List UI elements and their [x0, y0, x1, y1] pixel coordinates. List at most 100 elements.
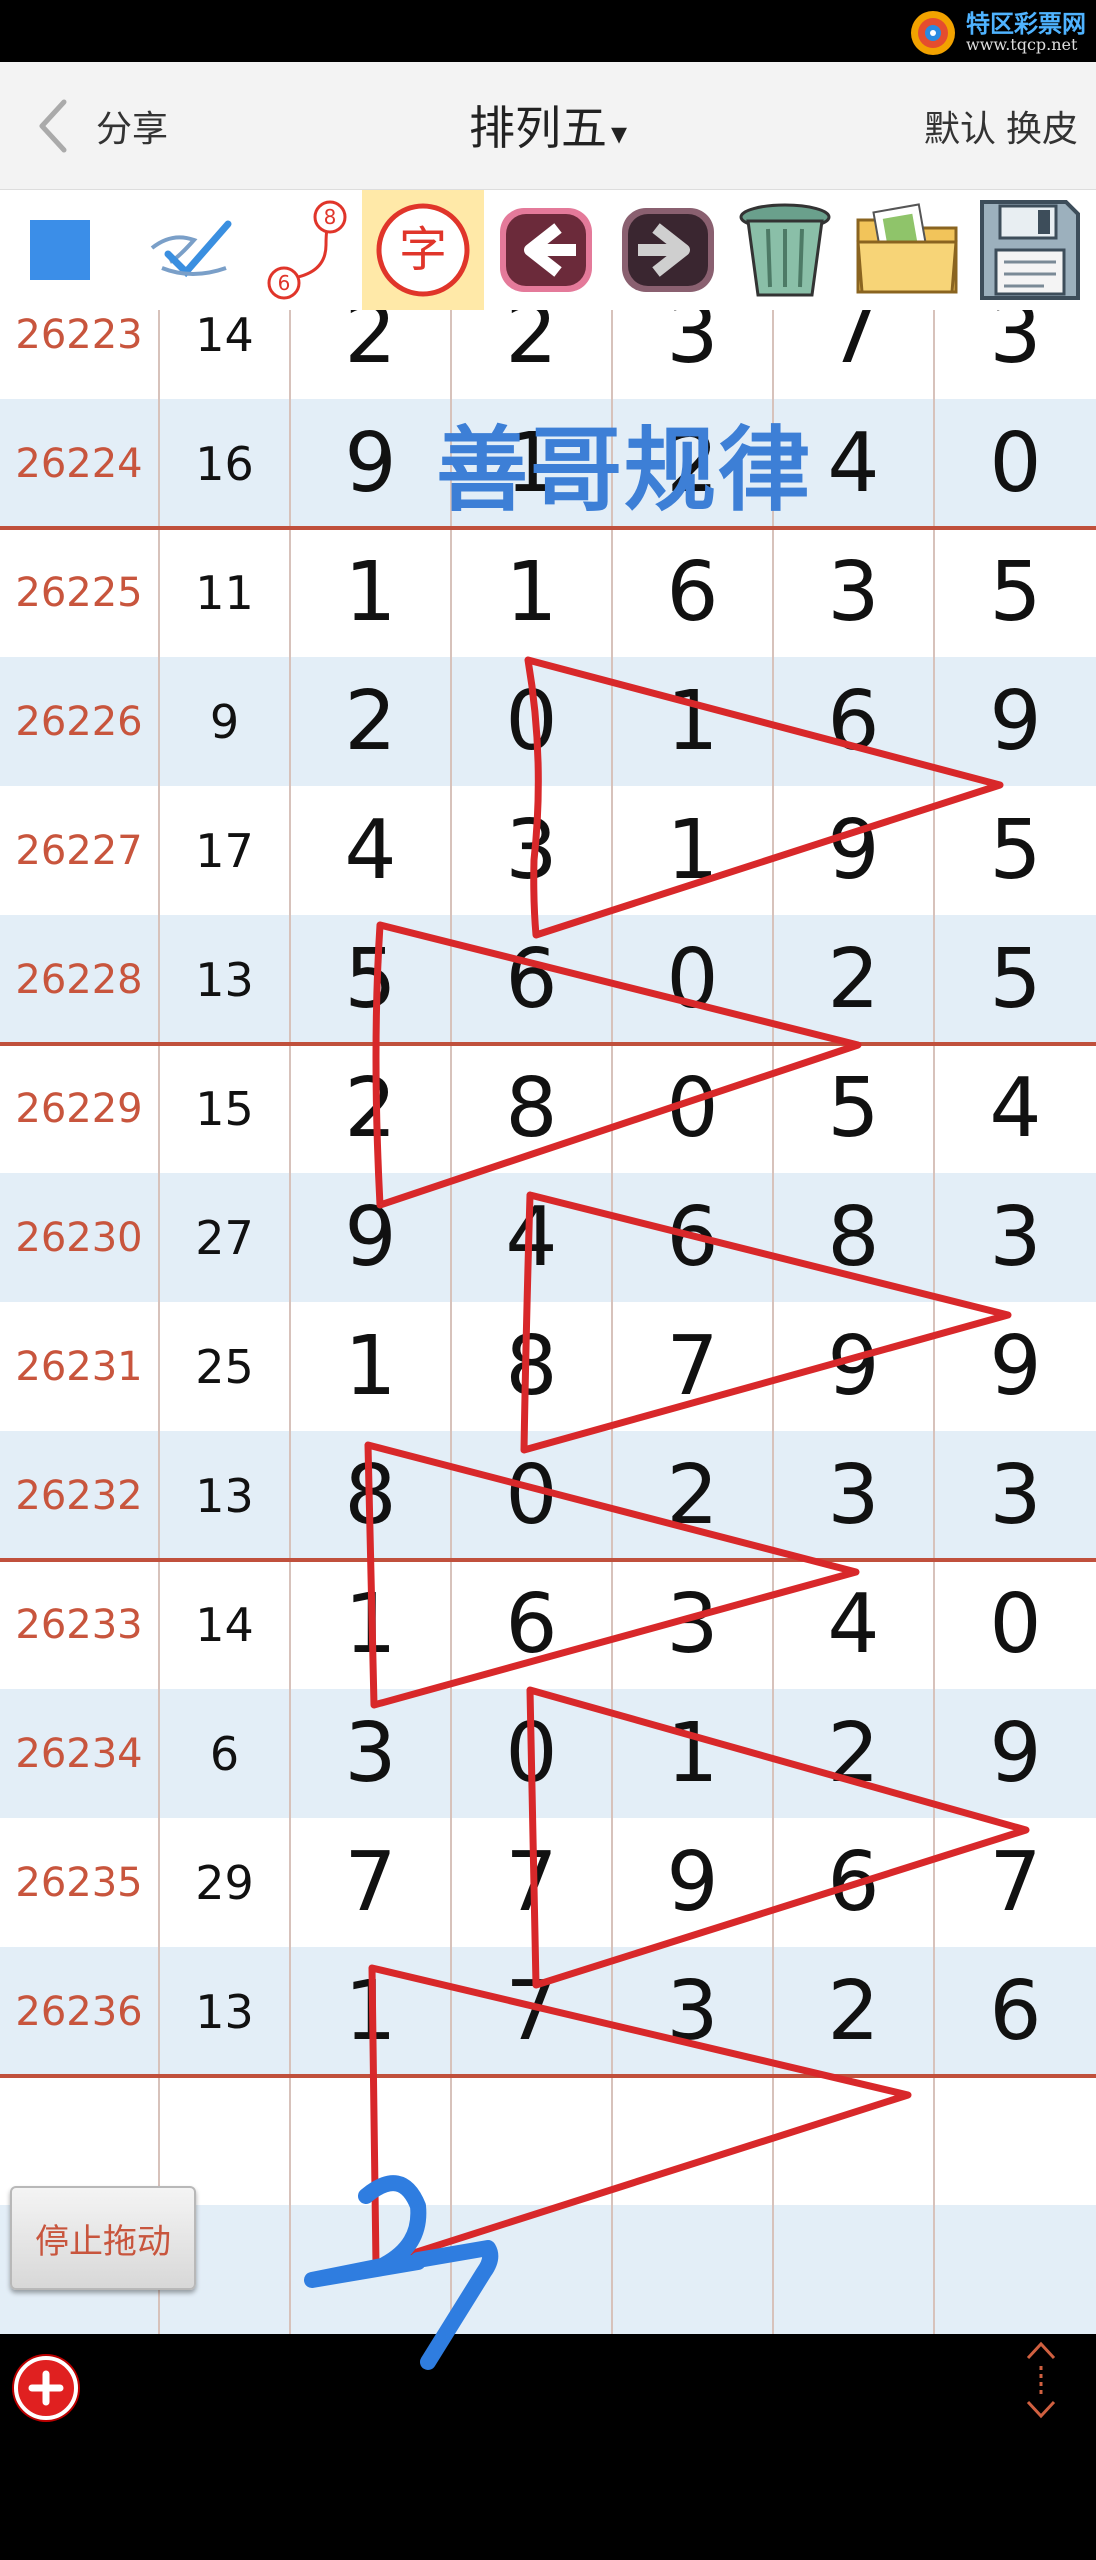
digit-4: 2 [774, 1689, 935, 1818]
issue-number: 26225 [0, 528, 160, 657]
digit-5: 7 [989, 1835, 1042, 1930]
digit-2 [452, 2205, 613, 2334]
sum-value: 13 [160, 1431, 291, 1560]
group-separator [0, 2074, 1096, 2078]
table-row[interactable]: 26229 15 2 8 0 5 4 [0, 1044, 1096, 1173]
sum-value: 29 [160, 1818, 291, 1947]
digit-4: 5 [774, 1044, 935, 1173]
sum-value: 25 [160, 1302, 291, 1431]
digit-1: 2 [291, 1044, 452, 1173]
digit-4: 7 [774, 310, 935, 399]
digit-3: 0 [613, 1044, 774, 1173]
table-row[interactable]: 26227 17 4 3 1 9 5 [0, 786, 1096, 915]
digit-5: 3 [989, 310, 1042, 382]
digit-3: 7 [613, 1302, 774, 1431]
issue-number: 26228 [0, 915, 160, 1044]
save-button[interactable] [968, 190, 1092, 310]
issue-number: 26234 [0, 1689, 160, 1818]
svg-text:6: 6 [278, 271, 291, 295]
blue-square-icon [30, 220, 90, 280]
issue-number: 26227 [0, 786, 160, 915]
redo-button[interactable] [610, 190, 726, 310]
table-row[interactable]: 26232 13 8 0 2 3 3 [0, 1431, 1096, 1560]
digit-4: 6 [774, 1818, 935, 1947]
digit-3 [613, 2205, 774, 2334]
issue-number: 26232 [0, 1431, 160, 1560]
bottom-bar [0, 2435, 1096, 2560]
checkmark-icon [150, 220, 232, 278]
issue-number: 26223 [0, 310, 160, 399]
open-image-button[interactable] [848, 190, 966, 310]
digit-4 [774, 2076, 935, 2205]
table-row[interactable]: 26235 29 7 7 9 6 7 [0, 1818, 1096, 1947]
vertical-resize-icon[interactable] [1016, 2340, 1066, 2420]
table-row[interactable]: 26230 27 9 4 6 8 3 [0, 1173, 1096, 1302]
digit-1: 5 [291, 915, 452, 1044]
digit-4: 3 [774, 528, 935, 657]
trash-can-icon [739, 203, 831, 297]
issue-number: 26230 [0, 1173, 160, 1302]
undo-button[interactable] [488, 190, 604, 310]
digit-5: 5 [989, 545, 1042, 640]
watermark-logo-icon [911, 11, 955, 55]
digit-1: 2 [291, 310, 452, 399]
table-row[interactable]: 26236 13 1 7 3 2 6 [0, 1947, 1096, 2076]
digit-2: 6 [452, 915, 613, 1044]
digit-4: 3 [774, 1431, 935, 1560]
stop-drag-button[interactable]: 停止拖动 [10, 2186, 196, 2290]
table-row[interactable]: 26228 13 5 6 0 2 5 [0, 915, 1096, 1044]
floppy-disk-icon [980, 200, 1080, 300]
issue-number: 26224 [0, 399, 160, 528]
clear-button[interactable] [726, 190, 844, 310]
number-path-icon: 8 6 [267, 200, 347, 300]
digit-3: 1 [613, 657, 774, 786]
digit-3: 3 [613, 310, 774, 399]
sum-value: 15 [160, 1044, 291, 1173]
sum-value: 27 [160, 1173, 291, 1302]
sum-value: 16 [160, 399, 291, 528]
page-title: 排列五 [468, 101, 607, 155]
sum-value: 17 [160, 786, 291, 915]
digit-5: 0 [989, 1577, 1042, 1672]
digit-1: 2 [291, 657, 452, 786]
digit-5 [935, 2076, 1096, 2205]
digit-1: 8 [291, 1431, 452, 1560]
table-row[interactable]: 26223 14 2 2 3 7 3 [0, 310, 1096, 399]
sum-value: 13 [160, 1947, 291, 2076]
digit-2: 1 [452, 528, 613, 657]
table-row[interactable]: 26231 25 1 8 7 9 9 [0, 1302, 1096, 1431]
digit-3: 6 [613, 528, 774, 657]
path-tool[interactable]: 8 6 [252, 190, 360, 310]
digit-2: 7 [452, 1947, 613, 2076]
drawing-toolbar: 8 6 字 [0, 190, 1096, 310]
digit-3 [613, 2076, 774, 2205]
pen-tool[interactable] [132, 190, 252, 310]
digit-4: 4 [774, 1560, 935, 1689]
table-row[interactable]: 26233 14 1 6 3 4 0 [0, 1560, 1096, 1689]
digit-4: 8 [774, 1173, 935, 1302]
color-tool[interactable] [0, 190, 120, 310]
sum-value: 13 [160, 915, 291, 1044]
digit-3: 9 [613, 1818, 774, 1947]
digit-2 [452, 2076, 613, 2205]
digit-1: 1 [291, 528, 452, 657]
table-row[interactable]: 26234 6 3 0 1 2 9 [0, 1689, 1096, 1818]
change-skin-button[interactable]: 换皮 [1006, 109, 1078, 150]
table-row[interactable]: 26226 9 2 0 1 6 9 [0, 657, 1096, 786]
digit-2: 0 [452, 657, 613, 786]
table-row[interactable]: 26225 11 1 1 6 3 5 [0, 528, 1096, 657]
image-folder-icon [856, 203, 958, 294]
digit-1: 4 [291, 786, 452, 915]
watermark-url: www.tqcp.net [966, 35, 1078, 55]
sum-value: 14 [160, 1560, 291, 1689]
digit-1: 1 [291, 1947, 452, 2076]
digit-3: 0 [613, 915, 774, 1044]
sum-value: 9 [160, 657, 291, 786]
digit-5: 5 [989, 932, 1042, 1027]
digit-2: 2 [452, 310, 613, 399]
add-button[interactable] [14, 2356, 78, 2420]
text-tool[interactable]: 字 [362, 190, 484, 310]
digit-2: 4 [452, 1173, 613, 1302]
digit-5: 3 [989, 1448, 1042, 1543]
default-button[interactable]: 默认 [924, 109, 996, 150]
